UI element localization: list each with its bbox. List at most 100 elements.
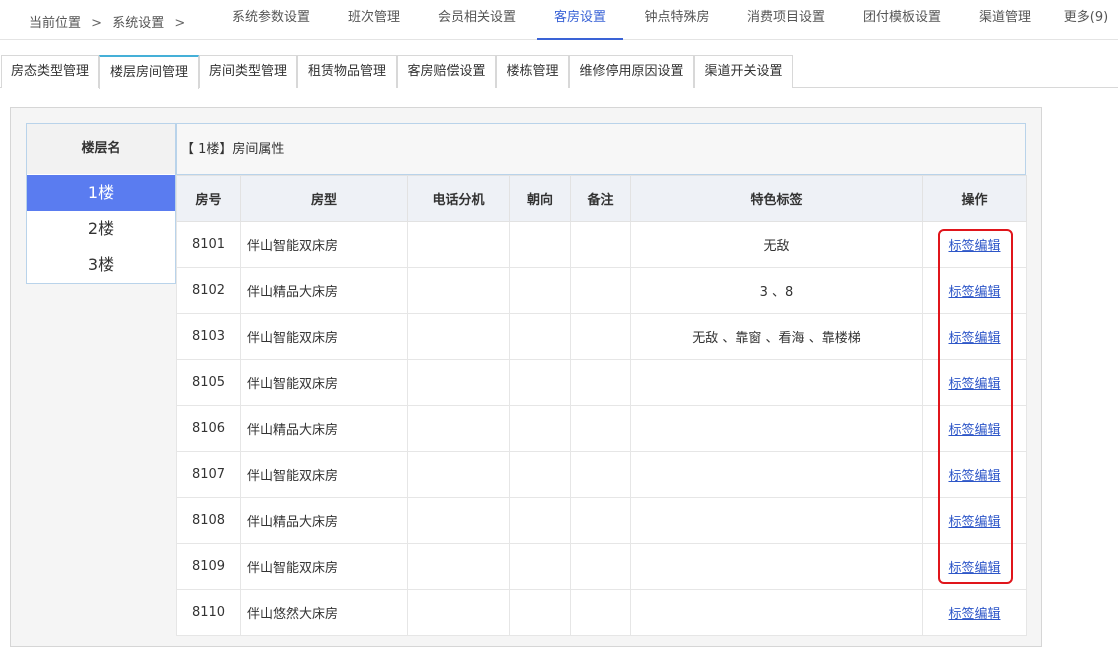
cell-feature-tags: 3 、8 — [630, 267, 923, 314]
cell-feature-tags — [630, 543, 923, 590]
column-header-room-type: 房型 — [240, 175, 408, 222]
nav-item-more[interactable]: 更多(9) — [1058, 0, 1114, 40]
cell-remark — [570, 313, 631, 360]
cell-room-no: 8106 — [176, 405, 241, 452]
cell-orientation — [509, 451, 571, 498]
cell-orientation — [509, 221, 571, 268]
cell-orientation — [509, 543, 571, 590]
cell-action: 标签编辑 — [922, 313, 1027, 360]
cell-room-no: 8105 — [176, 359, 241, 406]
table-row: 8106 伴山精品大床房 标签编辑 — [176, 405, 1027, 452]
nav-item-member-settings[interactable]: 会员相关设置 — [428, 0, 526, 40]
cell-room-type: 伴山智能双床房 — [240, 313, 408, 360]
cell-phone-ext — [407, 313, 510, 360]
breadcrumb: 当前位置 > 系统设置 > — [29, 12, 191, 31]
floor-list-header: 楼层名 — [27, 124, 175, 174]
cell-action: 标签编辑 — [922, 451, 1027, 498]
cell-orientation — [509, 405, 571, 452]
cell-orientation — [509, 497, 571, 544]
cell-room-no: 8102 — [176, 267, 241, 314]
tag-edit-link[interactable]: 标签编辑 — [948, 285, 1000, 300]
cell-phone-ext — [407, 405, 510, 452]
table-header-row: 房号 房型 电话分机 朝向 备注 特色标签 操作 — [176, 175, 1027, 222]
cell-feature-tags — [630, 451, 923, 498]
cell-room-type: 伴山悠然大床房 — [240, 589, 408, 636]
cell-action: 标签编辑 — [922, 405, 1027, 452]
nav-item-system-params[interactable]: 系统参数设置 — [222, 0, 320, 40]
cell-room-type: 伴山智能双床房 — [240, 221, 408, 268]
cell-action: 标签编辑 — [922, 221, 1027, 268]
cell-feature-tags: 无敌 — [630, 221, 923, 268]
column-header-orientation: 朝向 — [509, 175, 571, 222]
tab-room-compensation[interactable]: 客房赔偿设置 — [397, 55, 496, 88]
cell-room-no: 8109 — [176, 543, 241, 590]
tab-room-status-types[interactable]: 房态类型管理 — [1, 55, 99, 88]
cell-remark — [570, 451, 631, 498]
cell-feature-tags — [630, 589, 923, 636]
cell-room-type: 伴山精品大床房 — [240, 497, 408, 544]
cell-room-no: 8101 — [176, 221, 241, 268]
cell-orientation — [509, 589, 571, 636]
cell-phone-ext — [407, 267, 510, 314]
tag-edit-link[interactable]: 标签编辑 — [948, 607, 1000, 622]
tab-room-type-management[interactable]: 房间类型管理 — [199, 55, 297, 88]
tab-building-management[interactable]: 楼栋管理 — [496, 55, 569, 88]
tag-edit-link[interactable]: 标签编辑 — [948, 515, 1000, 530]
nav-item-channel-management[interactable]: 渠道管理 — [970, 0, 1040, 40]
column-header-remark: 备注 — [570, 175, 631, 222]
tag-edit-link[interactable]: 标签编辑 — [948, 423, 1000, 438]
tag-edit-link[interactable]: 标签编辑 — [948, 331, 1000, 346]
tab-rental-items[interactable]: 租赁物品管理 — [297, 55, 397, 88]
tag-edit-link[interactable]: 标签编辑 — [948, 239, 1000, 254]
cell-orientation — [509, 313, 571, 360]
cell-orientation — [509, 359, 571, 406]
table-row: 8107 伴山智能双床房 标签编辑 — [176, 451, 1027, 498]
cell-room-no: 8103 — [176, 313, 241, 360]
cell-remark — [570, 359, 631, 406]
floor-item-3[interactable]: 3楼 — [27, 247, 175, 283]
cell-remark — [570, 589, 631, 636]
cell-room-type: 伴山精品大床房 — [240, 405, 408, 452]
cell-room-no: 8108 — [176, 497, 241, 544]
breadcrumb-separator: > — [91, 16, 103, 31]
room-table: 房号 房型 电话分机 朝向 备注 特色标签 操作 8101 伴山智能双床房 无敌… — [176, 175, 1027, 636]
nav-item-consumption-items[interactable]: 消费项目设置 — [737, 0, 835, 40]
column-header-phone-ext: 电话分机 — [407, 175, 510, 222]
tag-edit-link[interactable]: 标签编辑 — [948, 561, 1000, 576]
nav-item-shift-management[interactable]: 班次管理 — [340, 0, 408, 40]
tab-floor-room-management[interactable]: 楼层房间管理 — [99, 55, 199, 89]
tab-maintenance-reasons[interactable]: 维修停用原因设置 — [569, 55, 694, 88]
cell-room-no: 8107 — [176, 451, 241, 498]
nav-item-group-template[interactable]: 团付模板设置 — [853, 0, 951, 40]
cell-remark — [570, 267, 631, 314]
cell-phone-ext — [407, 451, 510, 498]
table-row: 8109 伴山智能双床房 标签编辑 — [176, 543, 1027, 590]
table-row: 8103 伴山智能双床房 无敌 、靠窗 、看海 、靠楼梯 标签编辑 — [176, 313, 1027, 360]
cell-action: 标签编辑 — [922, 543, 1027, 590]
tag-edit-link[interactable]: 标签编辑 — [948, 377, 1000, 392]
cell-remark — [570, 221, 631, 268]
cell-action: 标签编辑 — [922, 359, 1027, 406]
tag-edit-link[interactable]: 标签编辑 — [948, 469, 1000, 484]
cell-feature-tags — [630, 497, 923, 544]
cell-feature-tags — [630, 359, 923, 406]
floor-item-1[interactable]: 1楼 — [27, 175, 175, 211]
nav-item-guest-room-settings[interactable]: 客房设置 — [537, 0, 623, 40]
cell-remark — [570, 497, 631, 544]
cell-feature-tags: 无敌 、靠窗 、看海 、靠楼梯 — [630, 313, 923, 360]
cell-orientation — [509, 267, 571, 314]
cell-phone-ext — [407, 543, 510, 590]
floor-item-2[interactable]: 2楼 — [27, 211, 175, 247]
cell-phone-ext — [407, 497, 510, 544]
breadcrumb-prefix: 当前位置 — [29, 16, 82, 31]
breadcrumb-item-system-settings[interactable]: 系统设置 — [112, 12, 164, 31]
cell-phone-ext — [407, 359, 510, 406]
cell-room-type: 伴山智能双床房 — [240, 359, 408, 406]
column-header-room-no: 房号 — [176, 175, 241, 222]
cell-action: 标签编辑 — [922, 267, 1027, 314]
cell-room-type: 伴山智能双床房 — [240, 543, 408, 590]
breadcrumb-separator-2: > — [174, 16, 186, 31]
tab-channel-switch[interactable]: 渠道开关设置 — [694, 55, 793, 88]
nav-item-hourly-rooms[interactable]: 钟点特殊房 — [636, 0, 718, 40]
table-row: 8102 伴山精品大床房 3 、8 标签编辑 — [176, 267, 1027, 314]
